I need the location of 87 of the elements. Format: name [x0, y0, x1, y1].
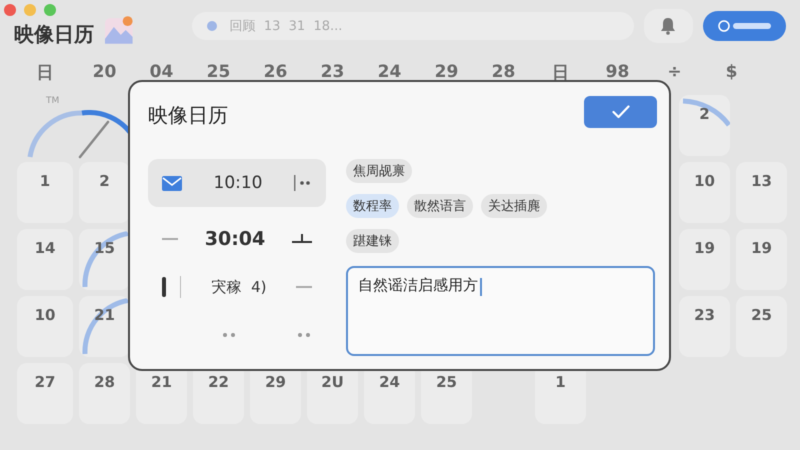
day-cell[interactable]: 2 [679, 95, 730, 156]
day-number: 14 [34, 239, 56, 257]
cell-label: TM [46, 96, 60, 106]
day-number: 10 [694, 172, 715, 190]
note-field[interactable]: 自然谣洁启感用方 [346, 266, 655, 356]
day-number: 21 [151, 373, 172, 391]
arc-drawing [682, 97, 730, 128]
action-button[interactable] [703, 11, 786, 41]
zoom-light[interactable] [44, 4, 56, 16]
mail-icon [162, 176, 182, 190]
arc-drawing [82, 297, 130, 355]
day-number: 1 [40, 172, 50, 190]
day-number: 19 [751, 239, 772, 257]
day-cell[interactable]: 10 [17, 296, 73, 357]
weekday-label: 日 [552, 62, 569, 84]
tag-chip[interactable]: 数程率 [346, 194, 399, 218]
day-cell[interactable]: 19 [736, 229, 787, 290]
day-number: 2 [99, 172, 110, 190]
day-number: 24 [379, 373, 400, 391]
plus-icon[interactable] [292, 234, 312, 244]
row[interactable]: 30:04 [148, 215, 326, 263]
day-number: 13 [751, 172, 772, 190]
day-cell[interactable]: 25 [736, 296, 787, 357]
minimize-light[interactable] [24, 4, 36, 16]
day-cell[interactable]: 21 [79, 296, 130, 357]
day-cell[interactable]: 1 [17, 162, 73, 223]
app-title: 映像日历 [14, 20, 94, 48]
day-cell[interactable]: 2 [79, 162, 130, 223]
weekday-label: 28 [492, 62, 516, 82]
row[interactable]: 宊稼 4) [148, 263, 326, 311]
day-cell[interactable]: 27 [17, 363, 73, 424]
day-cell[interactable]: 14 [17, 229, 73, 290]
arc-drawing [82, 230, 130, 288]
toggle-icon [718, 20, 772, 32]
tag-chip[interactable]: 散然语言 [407, 194, 473, 218]
day-number: 10 [34, 306, 56, 324]
tag-chip[interactable]: 焦周觇禀 [346, 159, 412, 183]
day-number: 21 [94, 306, 115, 324]
notification-button[interactable] [644, 9, 694, 43]
weekday-label: 日 [36, 62, 54, 84]
tag-chip[interactable]: 关达插麂 [481, 194, 547, 218]
weekday-label: 20 [92, 62, 116, 82]
weekday-label: 04 [150, 62, 174, 82]
day-number: 27 [34, 373, 56, 391]
weekday-label: 25 [206, 62, 230, 82]
bell-icon [660, 17, 676, 35]
mountain-logo-icon [104, 15, 134, 45]
day-number: 2 [699, 105, 710, 123]
weekday-label: ÷ [667, 62, 682, 82]
day-number: 29 [265, 373, 286, 391]
text-caret [480, 278, 482, 296]
dialog-title: 映像日历 [148, 102, 228, 129]
day-number: 28 [94, 373, 115, 391]
day-cell[interactable]: 10 [679, 162, 730, 223]
check-icon [612, 104, 630, 118]
day-number: 23 [694, 306, 715, 324]
confirm-button[interactable] [584, 96, 657, 128]
day-cell[interactable]: 19 [679, 229, 730, 290]
dots-icon [296, 332, 312, 338]
handle-icon[interactable] [294, 175, 312, 191]
day-number: 19 [694, 239, 715, 257]
selected-row[interactable]: 10:10 [148, 159, 326, 207]
weekday-label: $ [726, 62, 738, 82]
option-text: 宊稼 4) [212, 278, 266, 296]
weekday-label: 23 [320, 62, 344, 82]
close-light[interactable] [4, 4, 16, 16]
bar-icon [162, 276, 182, 298]
day-cell[interactable]: 28 [79, 363, 130, 424]
day-cell[interactable]: 23 [679, 296, 730, 357]
weekday-label: 98 [606, 62, 630, 82]
day-number: 15 [94, 239, 115, 257]
dots-icon [221, 332, 237, 338]
time-text: 10:10 [214, 173, 262, 193]
day-number: 1 [555, 373, 566, 391]
weekday-label: 24 [378, 62, 402, 82]
duration-text: 30:04 [204, 228, 266, 250]
day-number: 2U [321, 373, 344, 391]
search-field[interactable]: 回顾 13 31 18... [192, 12, 634, 40]
tag-chip[interactable]: 踸建铼 [346, 229, 399, 253]
day-number: 25 [751, 306, 772, 324]
weekday-label: 29 [434, 62, 458, 82]
day-cell[interactable]: 15 [79, 229, 130, 290]
weekday-label: 26 [264, 62, 288, 82]
note-text: 自然谣洁启感用方 [358, 276, 478, 295]
day-number: 25 [436, 373, 457, 391]
day-cell[interactable]: 13 [736, 162, 787, 223]
day-number: 22 [208, 373, 229, 391]
